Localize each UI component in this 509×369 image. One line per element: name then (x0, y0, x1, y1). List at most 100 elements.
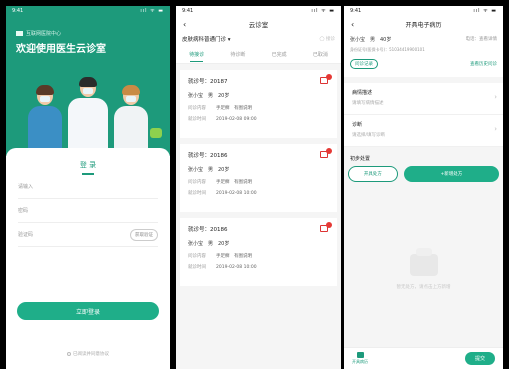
complaint-row: 问诊内容 手足癣 有图说明 (188, 105, 329, 111)
password-placeholder: 密码 (18, 208, 29, 214)
agreement-checkbox[interactable]: 已阅读并同意协议 (6, 351, 170, 357)
login-button[interactable]: 立即登录 (17, 302, 159, 320)
doctor-illustration-center (68, 77, 108, 156)
back-icon[interactable]: ‹ (183, 20, 186, 29)
complaint-row: 问诊内容 手足癣 有图说明 (188, 179, 329, 185)
status-bar: 9:41 ııl ᯤ ▬ (176, 6, 341, 16)
accept-toggle[interactable]: ◯ 接诊 (320, 36, 335, 42)
message-icon[interactable] (320, 74, 332, 84)
status-icons: ııl ᯤ ▬ (473, 8, 497, 14)
page-title: 云诊室 (248, 21, 269, 29)
logo-icon (16, 31, 23, 36)
status-icons: ııl ᯤ ▬ (140, 8, 164, 14)
condition-sub: 请填写病情描述 (352, 101, 384, 106)
department-select[interactable]: 皮肤病科普通门诊 ▾ (182, 35, 231, 43)
visit-card[interactable]: 就诊号：20186 张小宝 男 20岁 问诊内容 手足癣 有图说明 就诊时间 201… (180, 144, 337, 212)
radio-icon[interactable] (67, 351, 71, 356)
complaint-value: 手足癣 有图说明 (216, 106, 252, 111)
chat-icon (150, 128, 162, 138)
password-field[interactable]: 密码 (18, 199, 158, 223)
time-label: 就诊时间 (188, 117, 206, 122)
chevron-right-icon: › (494, 125, 497, 133)
nav-bar: ‹ 开具电子病历 (344, 16, 503, 32)
complaint-label: 问诊内容 (188, 180, 206, 185)
diagnosis-title: 诊断 (352, 122, 363, 128)
chevron-right-icon: › (494, 93, 497, 101)
record-form: 病情描述 请填写病情描述 › 诊断 请选择/填写诊断 › (344, 83, 503, 147)
complaint-value: 手足癣 有图说明 (216, 254, 252, 259)
time-value: 2019-02-08 09:00 (216, 117, 257, 122)
status-time: 9:41 (182, 8, 194, 14)
time-row: 就诊时间 2019-02-08 10:00 (188, 190, 329, 196)
patient-info: 张小宝 男 20岁 (188, 167, 230, 173)
status-bar: 9:41 ııl ᯤ ▬ (344, 6, 503, 16)
add-prescription-button[interactable]: +新增处方 (403, 166, 499, 182)
condition-title: 病情描述 (352, 90, 373, 96)
tab-diagnosing[interactable]: 待诊断 (230, 51, 245, 58)
treatment-label: 初步处置 (350, 156, 371, 162)
time-label: 就诊时间 (188, 265, 206, 270)
complaint-row: 问诊内容 手足癣 有图说明 (188, 253, 329, 259)
visit-number: 就诊号：20186 (188, 227, 228, 233)
code-placeholder: 验证码 (18, 232, 34, 238)
empty-box-icon (409, 248, 438, 276)
record-icon (356, 352, 364, 358)
time-value: 2019-02-08 10:00 (216, 191, 257, 196)
page-title: 开具电子病历 (405, 21, 442, 29)
nav-bar: ‹ 云诊室 (176, 16, 341, 32)
login-title: 登 录 (6, 160, 170, 175)
bottom-bar: 开具病历 提交 (344, 347, 503, 369)
patient-name: 张小宝 男 40岁 (350, 37, 392, 43)
status-icons: ııl ᯤ ▬ (311, 8, 335, 14)
login-screen: 9:41 ııl ᯤ ▬ 互联网医院中心 欢迎使用医生云诊室 登 录 请输入 密… (6, 6, 170, 369)
medical-record-screen: 9:41 ııl ᯤ ▬ ‹ 开具电子病历 张小宝 男 40岁 电话：查看详情 身… (344, 6, 503, 369)
time-label: 就诊时间 (188, 191, 206, 196)
hero-banner: 9:41 ııl ᯤ ▬ 互联网医院中心 欢迎使用医生云诊室 (6, 6, 170, 156)
status-time: 9:41 (12, 8, 24, 14)
visit-card[interactable]: 就诊号：20186 张小宝 男 20岁 问诊内容 手足癣 有图说明 就诊时间 201… (180, 218, 337, 286)
get-code-button[interactable]: 获取验证 (130, 228, 158, 241)
tab-cancelled[interactable]: 已取消 (313, 51, 328, 58)
empty-text: 暂无处方，请点击上方新增 (396, 285, 451, 290)
agreement-text: 已阅读并同意协议 (73, 352, 109, 357)
back-icon[interactable]: ‹ (351, 20, 354, 29)
patient-id: 身份证号(医保卡号)：51034419900101 (350, 47, 425, 52)
status-tabs: 待接诊 待诊断 已完成 已取消 (176, 46, 341, 64)
code-field[interactable]: 验证码 获取验证 (18, 223, 158, 247)
clinic-list-screen: 9:41 ııl ᯤ ▬ ‹ 云诊室 皮肤病科普通门诊 ▾ ◯ 接诊 待接诊 待… (176, 6, 341, 369)
patient-info: 张小宝 男 20岁 (188, 241, 230, 247)
doctor-illustration-left (28, 85, 62, 156)
tab-completed[interactable]: 已完成 (272, 51, 287, 58)
consult-record-tag[interactable]: 问诊记录 (350, 59, 378, 69)
diagnosis-sub: 请选择/填写诊断 (352, 133, 386, 138)
time-row: 就诊时间 2019-02-08 10:00 (188, 264, 329, 270)
message-icon[interactable] (320, 148, 332, 158)
tab-pending[interactable]: 待接诊 (189, 51, 204, 62)
visit-card[interactable]: 就诊号：20187 张小宝 男 20岁 问诊内容 手足癣 有图说明 就诊时间 201… (180, 70, 337, 138)
tab-record-label: 开具病历 (352, 359, 368, 364)
status-time: 9:41 (350, 8, 362, 14)
record-actions: 问诊记录 查看历史问诊 (350, 59, 497, 69)
doctor-illustration-right (114, 85, 148, 156)
empty-state: 暂无处方，请点击上方新增 (344, 248, 503, 290)
diagnosis-item[interactable]: 诊断 请选择/填写诊断 › (344, 115, 503, 147)
message-icon[interactable] (320, 222, 332, 232)
patient-info: 张小宝 男 20岁 (188, 93, 230, 99)
phone-field[interactable]: 请输入 (18, 175, 158, 199)
history-link[interactable]: 查看历史问诊 (470, 61, 497, 67)
welcome-title: 欢迎使用医生云诊室 (16, 44, 106, 55)
patient-panel: 张小宝 男 40岁 电话：查看详情 身份证号(医保卡号)：510344199001… (344, 32, 503, 77)
filter-bar: 皮肤病科普通门诊 ▾ ◯ 接诊 (176, 32, 341, 46)
login-card: 登 录 请输入 密码 验证码 获取验证 立即登录 已阅读并同意协议 (6, 148, 170, 369)
visit-number: 就诊号：20187 (188, 79, 228, 85)
status-bar: 9:41 ııl ᯤ ▬ (6, 6, 170, 16)
patient-line: 张小宝 男 40岁 电话：查看详情 (350, 36, 497, 43)
submit-button[interactable]: 提交 (464, 352, 495, 365)
tab-record[interactable]: 开具病历 (352, 352, 368, 365)
condition-item[interactable]: 病情描述 请填写病情描述 › (344, 83, 503, 115)
complaint-label: 问诊内容 (188, 254, 206, 259)
prescription-actions: 开具处方 +新增处方 (344, 166, 503, 182)
patient-contact[interactable]: 电话：查看详情 (466, 36, 498, 43)
prescribe-button[interactable]: 开具处方 (348, 166, 398, 182)
complaint-value: 手足癣 有图说明 (216, 180, 252, 185)
